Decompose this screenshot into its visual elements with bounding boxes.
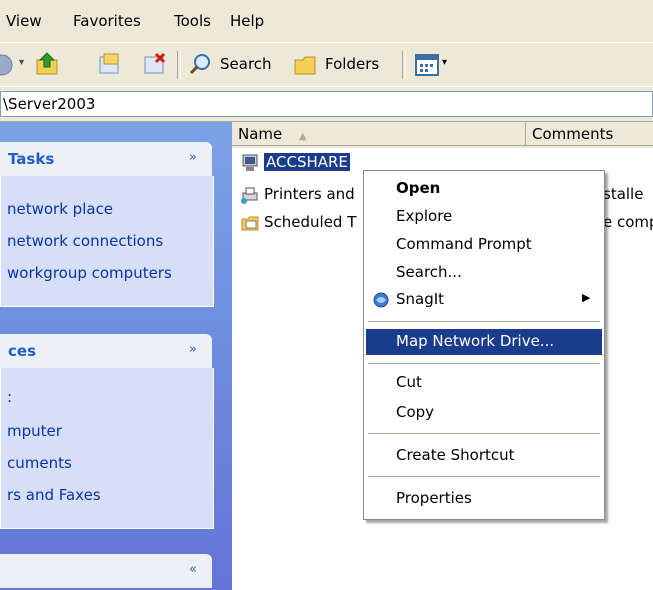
menu-help[interactable]: Help [230,12,264,30]
menu-favorites[interactable]: Favorites [73,12,141,30]
delete-icon[interactable] [142,51,168,77]
collapse-chevron-icon[interactable]: » [184,149,202,167]
toolbar-separator [177,51,181,79]
places-panel-body: : mputer cuments rs and Faxes [0,368,214,529]
places-panel-header[interactable]: ces » [0,334,212,368]
computer-icon [242,154,258,171]
address-text: \Server2003 [3,95,96,113]
list-item-name: Printers and [264,185,355,203]
search-icon[interactable] [188,52,214,78]
column-header-comments[interactable]: Comments [526,122,653,146]
folders-button[interactable]: Folders [325,55,379,73]
task-link-network-connections[interactable]: network connections [7,232,163,250]
menu-separator [368,321,600,322]
sort-ascending-icon: ▲ [299,131,307,142]
menu-item-cut[interactable]: Cut [396,373,422,391]
task-link-network-place[interactable]: network place [7,200,113,218]
dropdown-arrow-icon[interactable]: ▾ [19,57,24,68]
move-to-icon[interactable] [97,51,123,77]
views-dropdown-icon[interactable]: ▾ [442,57,447,68]
context-menu: Open Explore Command Prompt Search... Sn… [363,170,605,520]
menu-view[interactable]: View [6,12,42,30]
menu-separator [368,476,600,477]
place-link-printers-faxes[interactable]: rs and Faxes [7,486,101,504]
scheduled-tasks-icon [241,216,259,231]
tasks-panel-body: network place network connections workgr… [0,176,214,307]
column-name-label: Name [238,125,283,143]
column-comments-label: Comments [532,125,614,143]
place-link-fragment[interactable]: : [7,388,12,406]
menu-item-command-prompt[interactable]: Command Prompt [396,235,532,253]
menu-item-snagit[interactable]: SnagIt [396,290,444,308]
place-link-documents[interactable]: cuments [7,454,72,472]
toolbar-separator [402,51,406,79]
menu-item-map-network-drive[interactable]: Map Network Drive... [396,332,554,350]
folders-icon[interactable] [293,52,319,78]
menu-item-create-shortcut[interactable]: Create Shortcut [396,446,515,464]
expand-chevron-icon[interactable]: « [184,561,202,579]
search-button[interactable]: Search [220,55,272,73]
place-link-computer[interactable]: mputer [7,422,62,440]
list-header: Name ▲ Comments [232,122,653,148]
column-header-name[interactable]: Name ▲ [232,122,526,146]
menu-item-search[interactable]: Search... [396,263,462,281]
list-item-name: Scheduled T [264,213,357,231]
submenu-arrow-icon: ▶ [582,291,591,304]
views-icon[interactable] [414,52,440,78]
menu-separator [368,433,600,434]
toolbar: ▾ Search Folders ▾ [0,42,653,87]
menu-item-properties[interactable]: Properties [396,489,472,507]
tasks-panel-header[interactable]: Tasks » [0,142,212,176]
forward-icon[interactable] [0,53,14,77]
list-item-name: ACCSHARE [264,153,350,171]
task-link-workgroup-computers[interactable]: workgroup computers [7,264,172,282]
list-item-comment: stalle [603,185,644,203]
printer-icon [241,187,258,204]
menu-item-explore[interactable]: Explore [396,207,452,225]
menu-bar: View Favorites Tools Help [0,0,653,42]
task-pane: Tasks » network place network connection… [0,122,232,590]
menu-tools[interactable]: Tools [174,12,211,30]
up-folder-icon[interactable] [34,51,60,77]
address-bar: \Server2003 [0,86,653,122]
menu-item-open[interactable]: Open [396,179,440,197]
details-panel-header[interactable]: « [0,554,212,588]
list-item-comment: e comp [603,213,653,231]
snagit-icon [373,292,389,308]
collapse-chevron-icon[interactable]: » [184,341,202,359]
menu-item-copy[interactable]: Copy [396,403,434,421]
menu-separator [368,363,600,364]
places-panel-title: ces [8,342,36,360]
address-field[interactable]: \Server2003 [0,91,653,117]
tasks-panel-title: Tasks [8,150,55,168]
